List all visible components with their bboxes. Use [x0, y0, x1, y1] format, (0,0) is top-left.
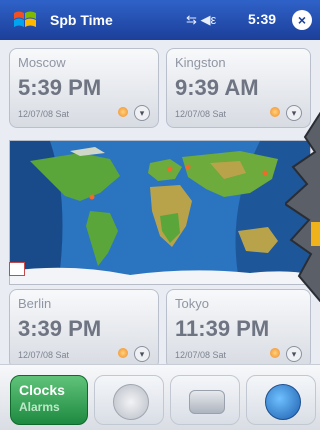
clock-card-moscow[interactable]: Moscow 5:39 PM 12/07/08 Sat ▾ [9, 48, 159, 128]
clock-card-tokyo[interactable]: Tokyo 11:39 PM 12/07/08 Sat ▾ [166, 289, 311, 369]
timer-icon [189, 390, 225, 414]
city-name: Berlin [18, 296, 52, 311]
globe-icon [265, 384, 301, 420]
clocks-alarms-button[interactable]: Clocks Alarms [10, 375, 88, 425]
close-button[interactable]: × [292, 10, 312, 30]
clock-time: 11:39 PM [175, 316, 270, 341]
clock-time: 3:39 PM [18, 316, 102, 341]
world-map-tab[interactable] [246, 375, 316, 425]
clock-date: 12/07/08 Sat [175, 109, 227, 119]
daylight-icon [270, 348, 280, 358]
daylight-icon [118, 348, 128, 358]
world-map[interactable] [9, 140, 311, 285]
starburst-decoration [285, 112, 320, 302]
app-title: Spb Time [50, 12, 113, 28]
daylight-icon [270, 107, 280, 117]
connectivity-volume-icon[interactable]: ⇆ ◀ε [186, 12, 216, 28]
city-name: Moscow [18, 55, 66, 70]
bottom-toolbar: Clocks Alarms [0, 364, 320, 430]
clocks-label: Clocks [19, 382, 65, 398]
status-time[interactable]: 5:39 [248, 11, 276, 27]
clock-time: 5:39 PM [18, 75, 102, 100]
daylight-icon [118, 107, 128, 117]
clock-date: 12/07/08 Sat [18, 350, 70, 360]
alarms-label: Alarms [19, 400, 60, 414]
clock-date: 12/07/08 Sat [18, 109, 70, 119]
expand-button[interactable]: ▾ [134, 105, 150, 121]
windows-start-icon[interactable] [12, 9, 38, 31]
stopwatch-icon [113, 384, 149, 420]
clock-time: 9:39 AM [175, 75, 259, 100]
stopwatch-tab[interactable] [94, 375, 164, 425]
clock-card-berlin[interactable]: Berlin 3:39 PM 12/07/08 Sat ▾ [9, 289, 159, 369]
expand-button[interactable]: ▾ [286, 346, 302, 362]
city-name: Tokyo [175, 296, 209, 311]
world-map-graphic [10, 141, 310, 284]
map-scale-marker [9, 262, 25, 276]
title-bar: Spb Time ⇆ ◀ε 5:39 × [0, 0, 320, 40]
timer-tab[interactable] [170, 375, 240, 425]
expand-button[interactable]: ▾ [134, 346, 150, 362]
clock-date: 12/07/08 Sat [175, 350, 227, 360]
city-name: Kingston [175, 55, 226, 70]
